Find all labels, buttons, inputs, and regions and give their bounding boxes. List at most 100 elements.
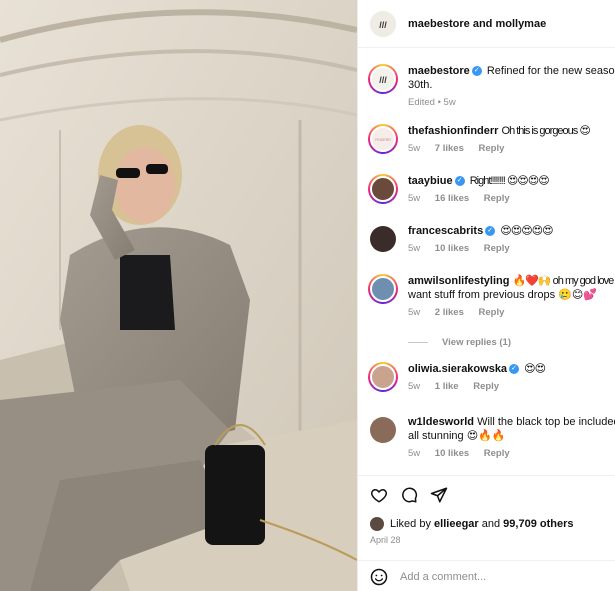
reply-button[interactable]: Reply <box>484 448 510 459</box>
avatar[interactable] <box>370 517 384 531</box>
svg-text:///: /// <box>379 75 387 85</box>
comment-text: Oh this is gorgeous 😍 <box>501 125 591 137</box>
comment-text: 😍😍😍😍😍 <box>500 225 553 237</box>
svg-text:FINDERR: FINDERR <box>375 138 391 142</box>
heart-icon[interactable] <box>370 486 388 504</box>
comment-text-line: francescabrits ✓ 😍😍😍😍😍 <box>408 224 615 238</box>
comment-meta: 5w 7 likes Reply <box>408 143 615 154</box>
comment-time: 5w <box>408 193 421 204</box>
comment-time: 5w <box>408 307 421 318</box>
comment-text: Refined for the new season <box>486 65 615 77</box>
comment-username[interactable]: amwilsonlifestyling <box>408 275 509 287</box>
liked-by-and: and <box>481 518 501 530</box>
view-replies-button[interactable]: View replies (1) <box>408 337 511 348</box>
reply-button[interactable]: Reply <box>473 381 499 392</box>
comment-icon[interactable] <box>400 486 418 504</box>
fashionfinderr-logo-icon: FINDERR <box>375 138 391 142</box>
author-link-maebestore[interactable]: maebestore <box>408 18 470 30</box>
comment-likes[interactable]: 10 likes <box>435 448 469 459</box>
action-icons <box>370 486 448 504</box>
avatar[interactable] <box>368 362 398 392</box>
comment-likes[interactable]: 1 like <box>435 381 459 392</box>
post-author: maebestore and mollymae <box>408 18 546 30</box>
comment-meta: 5w 16 likes Reply <box>408 193 615 204</box>
comment-meta: 5w 2 likes Reply <box>408 307 615 318</box>
comment-item: FINDERR thefashionfinderr Oh this is gor… <box>368 124 615 154</box>
comment-username[interactable]: w1ldesworld <box>408 416 474 428</box>
liked-by-user[interactable]: ellieegar <box>434 518 479 530</box>
divider-line <box>408 342 428 343</box>
author-link-mollymae[interactable]: mollymae <box>495 18 546 30</box>
avatar[interactable] <box>368 274 398 304</box>
avatar[interactable] <box>370 226 396 252</box>
avatar[interactable]: FINDERR <box>368 124 398 154</box>
avatar[interactable] <box>368 174 398 204</box>
add-comment-input[interactable] <box>400 570 600 583</box>
comment-meta: 5w 10 likes Reply <box>408 448 615 459</box>
comment-username[interactable]: taaybiue <box>408 175 453 187</box>
comment-likes[interactable]: 16 likes <box>435 193 469 204</box>
verified-badge-icon: ✓ <box>454 176 465 187</box>
maebe-logo-icon: /// <box>379 75 387 85</box>
comment-item: w1ldesworld Will the black top be includ… <box>368 415 615 459</box>
comment-text: Will the black top be included <box>477 416 615 428</box>
comment-meta: 5w 1 like Reply <box>408 381 615 392</box>
comment-text-line: amwilsonlifestyling 🔥❤️🙌 oh my god love <box>408 274 615 288</box>
emoji-icon[interactable] <box>370 568 388 586</box>
post-image <box>0 0 357 591</box>
edited-label: Edited • 5w <box>408 97 456 108</box>
comment-username[interactable]: oliwia.sierakowska <box>408 363 507 375</box>
comment-text-continued: want stuff from previous drops 🥲😊💕 <box>408 289 598 301</box>
caption-text: maebestore ✓ Refined for the new season <box>408 64 615 78</box>
comment-text: Right!!!!!!! 😍😍😍😍 <box>469 175 550 187</box>
post-header: /// maebestore and mollymae <box>358 0 615 48</box>
comment-username[interactable]: francescabrits <box>408 225 483 237</box>
avatar[interactable] <box>370 417 396 443</box>
reply-button[interactable]: Reply <box>484 193 510 204</box>
comment-text: 🔥❤️🙌 oh my god love <box>512 275 615 287</box>
comment-time: 5w <box>408 243 421 254</box>
avatar[interactable]: /// <box>368 64 398 94</box>
comment-meta: 5w 10 likes Reply <box>408 243 615 254</box>
reply-button[interactable]: Reply <box>484 243 510 254</box>
comment-text-continued: 30th. <box>408 79 433 91</box>
reply-button[interactable]: Reply <box>479 307 505 318</box>
likes-count[interactable]: 99,709 others <box>503 518 573 530</box>
reply-button[interactable]: Reply <box>479 143 505 154</box>
comment-text-line: oliwia.sierakowska ✓ 😍😍 <box>408 362 615 376</box>
add-comment-bar <box>358 560 615 591</box>
verified-badge-icon: ✓ <box>509 364 520 375</box>
avatar[interactable]: /// <box>370 10 396 37</box>
comment-text-line: w1ldesworld Will the black top be includ… <box>408 415 615 429</box>
comment-item: oliwia.sierakowska ✓ 😍😍 5w 1 like Reply <box>368 362 615 392</box>
comment-likes[interactable]: 2 likes <box>435 307 464 318</box>
post-panel: /// maebestore and mollymae /// maebesto… <box>357 0 615 591</box>
view-replies-label: View replies (1) <box>442 337 511 348</box>
comment-item: taaybiue ✓ Right!!!!!!! 😍😍😍😍 5w 16 likes … <box>368 174 615 204</box>
verified-badge-icon: ✓ <box>471 66 482 77</box>
liked-by-label: Liked by <box>390 518 431 530</box>
comment-likes[interactable]: 7 likes <box>435 143 464 154</box>
comment-text-line: taaybiue ✓ Right!!!!!!! 😍😍😍😍 <box>408 174 615 188</box>
comment-username[interactable]: maebestore <box>408 65 470 77</box>
comment-text-line: thefashionfinderr Oh this is gorgeous 😍 <box>408 124 615 138</box>
comment-item: amwilsonlifestyling 🔥❤️🙌 oh my god love … <box>368 274 615 318</box>
likes-summary: Liked by ellieegar and 99,709 others <box>370 517 574 531</box>
comment-time: 5w <box>408 381 421 392</box>
comment-meta: Edited • 5w <box>408 97 615 108</box>
author-and: and <box>472 17 493 30</box>
comment-likes[interactable]: 10 likes <box>435 243 469 254</box>
comment-time: 5w <box>408 143 421 154</box>
post-actions: Liked by ellieegar and 99,709 others Apr… <box>358 475 615 591</box>
comment-text: 😍😍 <box>524 363 546 375</box>
post-photo[interactable] <box>0 0 357 591</box>
comment-username[interactable]: thefashionfinderr <box>408 125 498 137</box>
comment-item: francescabrits ✓ 😍😍😍😍😍 5w 10 likes Reply <box>368 224 615 254</box>
comment-text-continued: all stunning 😍🔥🔥 <box>408 430 506 442</box>
verified-badge-icon: ✓ <box>485 226 496 237</box>
caption: /// maebestore ✓ Refined for the new seas… <box>368 64 615 108</box>
post-date: April 28 <box>370 535 401 545</box>
comment-time: 5w <box>408 448 421 459</box>
svg-text:///: /// <box>379 20 387 30</box>
share-icon[interactable] <box>430 486 448 504</box>
